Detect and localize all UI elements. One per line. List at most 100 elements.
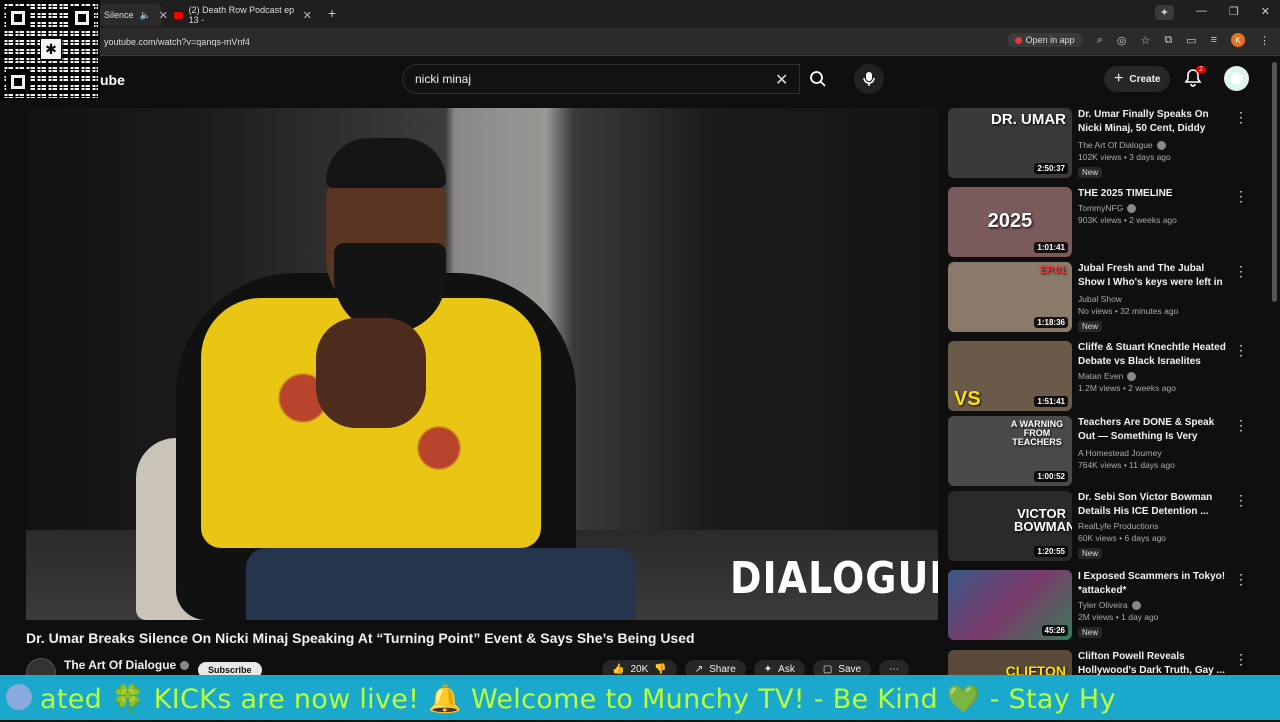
more-options-icon[interactable]: ⋮ — [1234, 343, 1248, 357]
video-title[interactable]: I Exposed Scammers in Tokyo! *attacked* — [1078, 570, 1228, 598]
channel-name[interactable]: RealLyfe Productions — [1078, 521, 1228, 531]
duration-badge: 1:00:52 — [1034, 471, 1068, 482]
verified-icon — [1131, 601, 1141, 611]
tab-close-icon[interactable]: ✕ — [303, 9, 312, 22]
dialogue-watermark: DIALOGUE — [730, 552, 938, 604]
duration-badge: 45:26 — [1041, 625, 1068, 636]
account-avatar[interactable] — [1224, 66, 1249, 91]
ticker-avatar-icon — [6, 684, 32, 710]
more-options-icon[interactable]: ⋮ — [1234, 652, 1248, 666]
open-in-app-button[interactable]: Open in app — [1006, 33, 1083, 47]
open-in-app-label: Open in app — [1025, 35, 1075, 45]
duration-badge: 1:01:41 — [1034, 242, 1068, 253]
create-button[interactable]: + Create — [1104, 66, 1171, 92]
share-icon: ↗ — [694, 664, 704, 675]
thumbnail-text: DR. UMAR — [991, 111, 1066, 128]
url-field[interactable]: youtube.com/watch?v=qanqs-mVnf4 — [104, 37, 250, 47]
tab-current[interactable]: Silence 🔈 ✕ — [96, 4, 168, 26]
recommended-video[interactable]: VS 1:51:41 Cliffe & Stuart Knechtle Heate… — [948, 341, 1258, 413]
qr-code-overlay: ✱ — [0, 0, 100, 100]
video-title[interactable]: Dr. Umar Finally Speaks On Nicki Minaj, … — [1078, 108, 1228, 138]
zoom-icon[interactable]: ⌕ — [1097, 34, 1103, 47]
sparkle-icon[interactable]: ✦ — [1154, 5, 1174, 20]
thumbnail-text: VICTOR BOWMAN — [1014, 506, 1072, 534]
more-options-icon[interactable]: ⋮ — [1234, 110, 1248, 124]
notification-badge: 2 — [1196, 66, 1206, 73]
search-button[interactable] — [800, 64, 836, 94]
ticker-text: ated 🍀 KICKs are now live! 🔔 Welcome to … — [40, 684, 1116, 715]
tab-label: (2) Death Row Podcast ep 13 - — [188, 5, 295, 25]
recommended-video[interactable]: VICTOR BOWMAN 1:20:55 Dr. Sebi Son Victor… — [948, 491, 1258, 563]
tab-death-row[interactable]: (2) Death Row Podcast ep 13 - ✕ — [166, 4, 320, 26]
video-title[interactable]: Clifton Powell Reveals Hollywood's Dark … — [1078, 650, 1228, 678]
voice-search-button[interactable] — [854, 64, 884, 94]
video-thumbnail[interactable]: 45:26 — [948, 570, 1072, 640]
video-title[interactable]: Teachers Are DONE & Speak Out — Somethin… — [1078, 416, 1228, 446]
thumbs-down-icon[interactable]: 👎 — [654, 664, 666, 675]
more-options-icon[interactable]: ⋮ — [1234, 572, 1248, 586]
channel-name[interactable]: TommyNFG — [1078, 203, 1228, 214]
recommended-video[interactable]: EP.01 1:18:36 Jubal Fresh and The Jubal S… — [948, 262, 1258, 334]
recommended-video[interactable]: DR. UMAR 2:50:37 Dr. Umar Finally Speaks … — [948, 108, 1258, 180]
recommended-video[interactable]: A WARNING FROM TEACHERS 1:00:52 Teachers … — [948, 416, 1258, 488]
profile-avatar[interactable]: K — [1231, 33, 1245, 47]
more-options-icon[interactable]: ⋮ — [1234, 189, 1248, 203]
view-stats: 102K views • 3 days ago — [1078, 152, 1171, 163]
recommended-video[interactable]: 45:26 I Exposed Scammers in Tokyo! *atta… — [948, 570, 1258, 642]
more-options-icon[interactable]: ⋮ — [1234, 418, 1248, 432]
clear-search-icon[interactable]: ✕ — [775, 70, 788, 90]
video-thumbnail[interactable]: A WARNING FROM TEACHERS 1:00:52 — [948, 416, 1072, 486]
more-options-icon[interactable]: ⋮ — [1234, 493, 1248, 507]
qr-center-icon: ✱ — [40, 38, 62, 60]
plus-icon: + — [1114, 70, 1124, 87]
recommended-video[interactable]: 2025 1:01:41 THE 2025 TIMELINE TommyNFG 903… — [948, 187, 1258, 259]
verified-icon — [1127, 372, 1137, 382]
minimize-icon[interactable]: — — [1196, 5, 1207, 20]
browser-menu-icon[interactable]: ⋮ — [1259, 34, 1270, 47]
page-scrollbar[interactable] — [1272, 62, 1277, 302]
video-thumbnail[interactable]: 2025 1:01:41 — [948, 187, 1072, 257]
notifications-button[interactable]: 2 — [1183, 66, 1206, 90]
thumbs-up-icon: 👍 — [612, 664, 625, 675]
channel-name[interactable]: Tyler Oliveira — [1078, 600, 1228, 611]
video-title[interactable]: Jubal Fresh and The Jubal Show I Who's k… — [1078, 262, 1228, 292]
channel-name[interactable]: The Art Of Dialogue — [1078, 140, 1228, 151]
video-thumbnail[interactable]: EP.01 1:18:36 — [948, 262, 1072, 332]
youtube-icon — [1014, 36, 1022, 44]
close-window-icon[interactable]: ✕ — [1261, 5, 1270, 20]
channel-name[interactable]: Matan Even — [1078, 371, 1228, 382]
eye-off-icon[interactable]: ◎ — [1117, 34, 1127, 47]
bookmark-star-icon[interactable]: ☆ — [1140, 34, 1150, 47]
video-title[interactable]: Dr. Sebi Son Victor Bowman Details His I… — [1078, 491, 1228, 519]
thumbnail-text: A WARNING FROM TEACHERS — [1010, 419, 1064, 447]
channel-name[interactable]: Jubal Show — [1078, 294, 1228, 304]
save-icon: ▢ — [822, 664, 833, 675]
sparkle-icon: ✦ — [763, 664, 773, 675]
new-tab-plus-icon[interactable]: + — [328, 5, 336, 21]
view-stats: 903K views • 2 weeks ago — [1078, 215, 1177, 226]
verified-icon — [1127, 204, 1137, 214]
video-title[interactable]: Cliffe & Stuart Knechtle Heated Debate v… — [1078, 341, 1228, 369]
restore-icon[interactable]: ❐ — [1229, 5, 1239, 20]
video-thumbnail[interactable]: VS 1:51:41 — [948, 341, 1072, 411]
more-horizontal-icon: ⋯ — [889, 664, 900, 675]
search-input[interactable]: nicki minaj — [402, 64, 800, 94]
view-stats: 2M views • 1 day ago — [1078, 612, 1159, 623]
video-thumbnail[interactable]: DR. UMAR 2:50:37 — [948, 108, 1072, 178]
video-title[interactable]: THE 2025 TIMELINE — [1078, 187, 1228, 201]
reading-list-icon[interactable]: ≡ — [1211, 34, 1217, 46]
duration-badge: 1:51:41 — [1034, 396, 1068, 407]
more-options-icon[interactable]: ⋮ — [1234, 264, 1248, 278]
youtube-logo[interactable]: ube — [100, 72, 125, 88]
cast-icon[interactable]: ▭ — [1186, 34, 1196, 47]
share-label: Share — [709, 664, 736, 675]
browser-tab-bar: Silence 🔈 ✕ (2) Death Row Podcast ep 13 … — [0, 0, 1280, 28]
verified-icon — [1156, 141, 1166, 151]
new-badge: New — [1078, 167, 1103, 179]
channel-name[interactable]: The Art Of Dialogue — [64, 658, 190, 672]
video-thumbnail[interactable]: VICTOR BOWMAN 1:20:55 — [948, 491, 1072, 561]
new-badge: New — [1078, 548, 1103, 559]
extensions-icon[interactable]: ⧉ — [1164, 34, 1172, 47]
video-player[interactable]: DIALOGUE — [26, 108, 938, 620]
channel-name[interactable]: A Homestead Journey — [1078, 448, 1228, 458]
